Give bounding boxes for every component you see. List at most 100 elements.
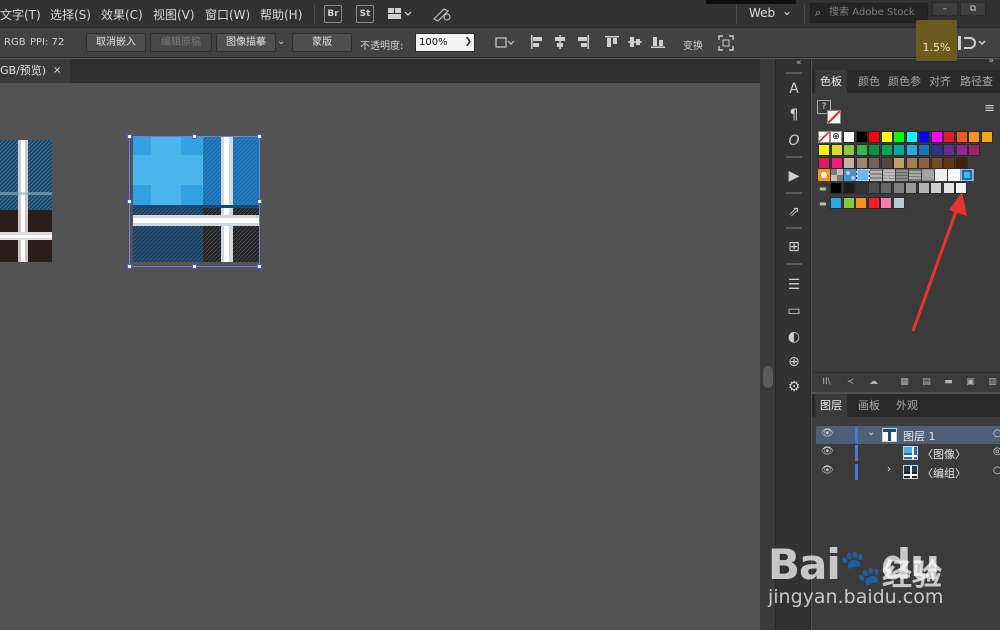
swatch-none[interactable] (818, 131, 830, 143)
color-swatch[interactable] (892, 182, 905, 194)
resize-handle-tr[interactable] (257, 134, 262, 139)
menu-window[interactable]: 窗口(W) (205, 6, 250, 23)
resize-handle-t[interactable] (192, 134, 197, 139)
delete-swatch-icon[interactable]: ▥ (986, 377, 999, 388)
target-icon[interactable]: ◎ (993, 446, 1000, 457)
menu-effect[interactable]: 效果(C) (101, 6, 143, 23)
image-trace-button[interactable]: 图像描摹 (216, 33, 276, 52)
color-swatch[interactable] (868, 157, 880, 169)
color-swatch[interactable] (818, 157, 830, 169)
align-right-icon[interactable] (576, 35, 590, 49)
color-swatch[interactable] (843, 144, 855, 156)
color-swatch[interactable] (830, 197, 842, 209)
align-bottom-icon[interactable] (651, 35, 665, 49)
new-color-group-icon[interactable]: ▬ (942, 377, 955, 388)
color-swatch[interactable] (955, 131, 968, 143)
tab-pathfinder[interactable]: 路径查 (955, 70, 998, 93)
fill-stroke-indicator[interactable]: ? (817, 100, 843, 126)
gpu-performance-icon[interactable] (432, 6, 452, 22)
color-swatch[interactable] (968, 131, 980, 143)
menu-view[interactable]: 视图(V) (153, 6, 195, 23)
resize-handle-bl[interactable] (127, 264, 132, 269)
resize-handle-tl[interactable] (127, 134, 132, 139)
links-panel-icon[interactable]: ⊕ (784, 352, 804, 372)
tab-layers[interactable]: 图层 (815, 394, 847, 417)
align-middle-icon[interactable] (628, 35, 642, 49)
resize-handle-br[interactable] (257, 264, 262, 269)
color-swatch[interactable] (868, 144, 880, 156)
color-swatch[interactable] (943, 131, 955, 143)
new-swatch-icon[interactable]: ▣ (964, 377, 977, 388)
collapse-panels-icon[interactable]: » (988, 56, 994, 66)
resize-handle-b[interactable] (192, 264, 197, 269)
color-swatch[interactable] (893, 144, 905, 156)
color-swatch[interactable] (918, 157, 930, 169)
swatch-libraries-icon[interactable]: ⅠⅠ\ (820, 377, 833, 388)
color-swatch[interactable] (855, 131, 868, 143)
align-left-icon[interactable] (530, 35, 544, 49)
show-swatch-kinds-icon[interactable]: ▦ (898, 377, 911, 388)
opentype-panel-icon[interactable]: O (784, 131, 804, 151)
character-panel-icon[interactable]: A (784, 79, 804, 99)
document-tab[interactable]: GB/预览) × (0, 59, 70, 83)
color-swatch[interactable] (943, 157, 955, 169)
selection-bounding-box[interactable] (129, 136, 260, 267)
stock-search-input[interactable]: ⌕ 搜索 Adobe Stock (810, 3, 928, 23)
stroke-panel-icon[interactable]: ☰ (784, 275, 804, 295)
color-swatch[interactable] (892, 197, 905, 209)
resize-handle-l[interactable] (127, 199, 132, 204)
color-swatch[interactable] (905, 144, 918, 156)
color-swatch[interactable] (880, 197, 892, 209)
opacity-input[interactable]: 100% ❯ (415, 33, 475, 52)
color-swatch[interactable] (980, 131, 993, 143)
none-swatch[interactable] (827, 110, 841, 124)
stock-icon[interactable]: St (356, 5, 374, 23)
paragraph-panel-icon[interactable]: ¶ (784, 105, 804, 125)
layer-name[interactable]: 图层 1 (903, 428, 936, 444)
color-swatch[interactable] (893, 157, 905, 169)
actions-panel-icon[interactable]: ▶ (784, 166, 804, 186)
color-swatch[interactable] (855, 157, 868, 169)
align-top-icon[interactable] (605, 35, 619, 49)
settings-gear-icon[interactable]: ⚙ (784, 377, 804, 397)
color-swatch[interactable] (867, 197, 880, 209)
eye-icon[interactable]: 👁 (821, 428, 834, 439)
panel-menu-toggle-icon[interactable] (958, 35, 990, 51)
transform-link[interactable]: 变换 (683, 37, 703, 52)
restore-button[interactable]: ⧉ (960, 2, 986, 16)
export-panel-icon[interactable]: ⇗ (784, 202, 804, 222)
tab-color[interactable]: 颜色 (853, 70, 885, 93)
menu-text[interactable]: 文字(T) (0, 6, 41, 23)
isolate-group-icon[interactable] (718, 35, 734, 51)
color-swatch[interactable] (880, 157, 893, 169)
strip-grip[interactable] (786, 192, 802, 194)
layer-name[interactable]: 〈图像〉 (922, 446, 966, 462)
chevron-down-icon[interactable]: ⌄ (867, 427, 875, 438)
bridge-icon[interactable]: Br (324, 5, 342, 23)
recolor-artwork-icon[interactable] (494, 35, 516, 50)
eye-icon[interactable]: 👁 (821, 465, 834, 476)
align-center-icon[interactable] (553, 35, 567, 49)
artboards-panel-icon[interactable]: ⊞ (784, 237, 804, 257)
tab-color-guide[interactable]: 颜色参 (883, 70, 926, 93)
target-icon[interactable]: ○ (993, 465, 1000, 476)
transparency-panel-icon[interactable]: ◐ (784, 327, 804, 347)
color-swatch[interactable] (867, 182, 880, 194)
strip-grip[interactable] (786, 263, 802, 265)
color-swatch[interactable] (830, 144, 843, 156)
image-trace-dropdown-icon[interactable]: ⌄ (277, 36, 285, 47)
layer-row-image[interactable]: 👁 〈图像〉 ◎ (816, 444, 1000, 462)
unembed-button[interactable]: 取消嵌入 (86, 33, 146, 52)
tab-artboards[interactable]: 画板 (853, 394, 885, 417)
scrollbar-thumb[interactable] (763, 366, 773, 388)
color-swatch[interactable] (868, 131, 880, 143)
share-icon[interactable]: ≺ (844, 377, 857, 388)
menu-select[interactable]: 选择(S) (50, 6, 91, 23)
mask-button[interactable]: 蒙版 (292, 33, 352, 52)
swatch-registration[interactable]: ⊕ (830, 131, 842, 143)
minimize-button[interactable]: – (932, 2, 958, 16)
chevron-right-icon[interactable]: › (887, 464, 891, 475)
color-swatch[interactable] (880, 131, 893, 143)
resize-handle-r[interactable] (257, 199, 262, 204)
eye-icon[interactable]: 👁 (821, 446, 834, 457)
